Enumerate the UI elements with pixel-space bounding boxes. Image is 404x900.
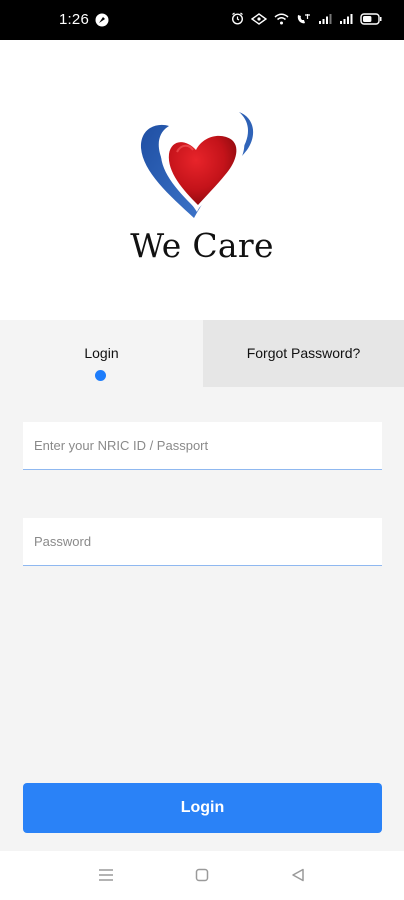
nric-passport-input[interactable] <box>23 422 382 469</box>
back-triangle-icon[interactable] <box>291 868 305 882</box>
tab-forgot-password[interactable]: Forgot Password? <box>203 320 404 387</box>
password-input[interactable] <box>23 518 382 565</box>
tab-forgot-password-label: Forgot Password? <box>246 345 361 361</box>
nric-passport-field <box>23 422 382 470</box>
tab-login-label: Login <box>84 345 119 361</box>
tab-login[interactable]: Login <box>0 320 203 387</box>
brand-title: We Care <box>130 226 274 265</box>
auth-tabs: Login Forgot Password? <box>0 320 404 387</box>
system-nav-bar <box>0 851 404 900</box>
status-time: 1:26 <box>59 11 89 28</box>
signal-2-icon <box>340 13 353 24</box>
heart-logo-icon <box>140 112 254 218</box>
volte-icon <box>297 13 310 23</box>
home-square-icon[interactable] <box>195 868 209 882</box>
password-field <box>23 518 382 566</box>
alarm-icon <box>231 12 244 25</box>
active-tab-indicator <box>95 370 106 381</box>
compass-icon <box>95 13 109 27</box>
app-header: We Care <box>0 40 404 320</box>
status-bar: 1:26 <box>0 0 404 40</box>
data-saver-icon <box>251 12 267 25</box>
wifi-icon <box>274 13 289 24</box>
login-button[interactable]: Login <box>23 783 382 833</box>
menu-icon[interactable] <box>98 868 114 882</box>
signal-1-icon <box>319 13 332 24</box>
status-icons <box>231 12 382 25</box>
battery-icon <box>360 12 382 25</box>
